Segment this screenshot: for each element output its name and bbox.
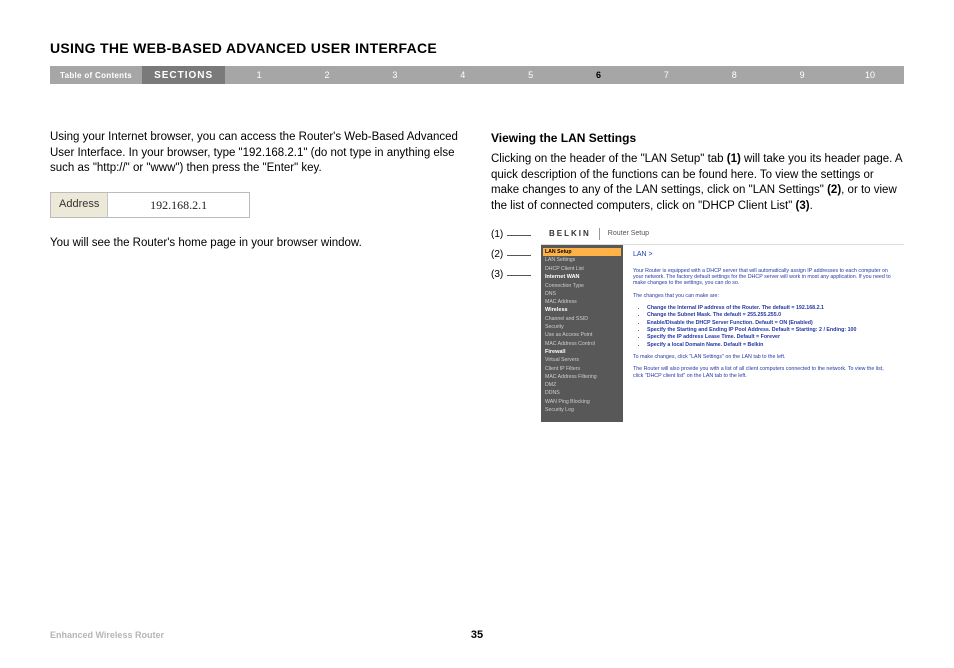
section-nav: Table of Contents SECTIONS 1 2 3 4 5 6 7… (50, 66, 904, 84)
sidebar-item: MAC Address (545, 298, 619, 306)
toc-link[interactable]: Table of Contents (50, 71, 142, 80)
bullet-item: Specify the IP address Lease Time. Defau… (647, 334, 894, 340)
address-value: 192.168.2.1 (108, 193, 249, 217)
sidebar-item: LAN Settings (545, 256, 619, 264)
callout-numbers: (1) (2) (3) (491, 224, 531, 422)
nav-7[interactable]: 7 (632, 70, 700, 80)
homepage-paragraph: You will see the Router's home page in y… (50, 236, 463, 252)
router-ui-screenshot: BELKIN Router Setup LAN SetupLAN Setting… (541, 224, 904, 422)
nav-9[interactable]: 9 (768, 70, 836, 80)
sidebar-item: Firewall (545, 348, 619, 357)
sidebar-item: DHCP Client List (545, 265, 619, 273)
bullet-item: Specify the Starting and Ending IP Pool … (647, 327, 894, 333)
bullet-item: Specify a local Domain Name. Default = B… (647, 342, 894, 348)
ui-sidebar: LAN SetupLAN SettingsDHCP Client ListInt… (541, 245, 623, 422)
sidebar-item: Security (545, 323, 619, 331)
sections-label: SECTIONS (142, 66, 225, 84)
left-column: Using your Internet browser, you can acc… (50, 130, 463, 422)
nav-8[interactable]: 8 (700, 70, 768, 80)
page-number: 35 (471, 629, 483, 641)
sidebar-item: Client IP Filters (545, 365, 619, 373)
sidebar-item: LAN Setup (543, 248, 621, 256)
router-ui-figure: (1) (2) (3) BELKIN Router Setup LAN Setu… (491, 224, 904, 422)
sidebar-item: MAC Address Control (545, 340, 619, 348)
page-footer: Enhanced Wireless Router 35 (50, 630, 904, 640)
nav-3[interactable]: 3 (361, 70, 429, 80)
sidebar-item: Connection Type (545, 282, 619, 290)
sidebar-item: Security Log (545, 406, 619, 414)
ui-main: LAN > Your Router is equipped with a DHC… (623, 245, 904, 422)
intro-paragraph: Using your Internet browser, you can acc… (50, 130, 463, 177)
nav-10[interactable]: 10 (836, 70, 904, 80)
sidebar-item: Channel and SSID (545, 315, 619, 323)
address-label: Address (51, 193, 108, 217)
bullet-item: Change the Subnet Mask. The default = 25… (647, 312, 894, 318)
sidebar-item: Wireless (545, 306, 619, 315)
sidebar-item: Internet WAN (545, 273, 619, 282)
lan-breadcrumb: LAN > (633, 251, 894, 259)
bullet-item: Change the Internal IP address of the Ro… (647, 305, 894, 311)
nav-2[interactable]: 2 (293, 70, 361, 80)
sidebar-item: Virtual Servers (545, 356, 619, 364)
ui-subtitle: Router Setup (608, 230, 649, 238)
right-column: Viewing the LAN Settings Clicking on the… (491, 130, 904, 422)
sidebar-item: MAC Address Filtering (545, 373, 619, 381)
nav-1[interactable]: 1 (225, 70, 293, 80)
footer-title: Enhanced Wireless Router (50, 630, 164, 640)
sidebar-item: DDNS (545, 389, 619, 397)
brand-logo: BELKIN (549, 229, 591, 239)
page-title: USING THE WEB-BASED ADVANCED USER INTERF… (50, 40, 904, 56)
nav-4[interactable]: 4 (429, 70, 497, 80)
lan-subhead: Viewing the LAN Settings (491, 130, 904, 146)
bullet-item: Enable/Disable the DHCP Server Function.… (647, 320, 894, 326)
lan-paragraph: Clicking on the header of the "LAN Setup… (491, 152, 904, 214)
sidebar-item: WAN Ping Blocking (545, 398, 619, 406)
address-bar: Address 192.168.2.1 (50, 192, 250, 218)
sidebar-item: DNS (545, 290, 619, 298)
nav-5[interactable]: 5 (497, 70, 565, 80)
sidebar-item: Use as Access Point (545, 331, 619, 339)
sidebar-item: DMZ (545, 381, 619, 389)
nav-6[interactable]: 6 (565, 70, 633, 80)
